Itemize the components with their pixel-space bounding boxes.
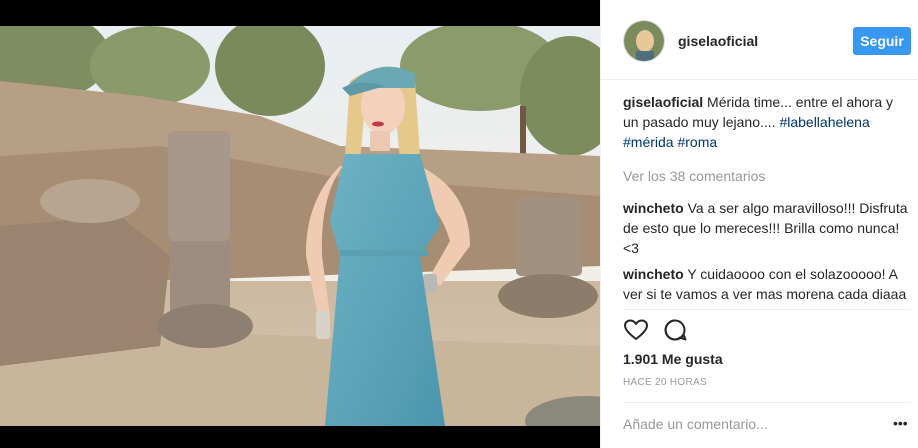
view-all-comments-link[interactable]: Ver los 38 comentarios <box>623 166 911 186</box>
divider <box>623 402 911 403</box>
photo-panel <box>0 0 600 448</box>
comment-input[interactable] <box>623 412 893 436</box>
more-options-icon[interactable]: ••• <box>893 416 908 430</box>
post-photo[interactable] <box>0 26 600 426</box>
caption-username[interactable]: giselaoficial <box>623 94 703 110</box>
hashtag-merida[interactable]: #mérida <box>623 134 674 150</box>
heart-icon[interactable] <box>623 318 649 342</box>
header-username[interactable]: giselaoficial <box>678 33 758 49</box>
comment-item: wincheto Va a ser algo maravilloso!!! Di… <box>623 198 911 258</box>
comment-username[interactable]: wincheto <box>623 266 684 282</box>
post-header: giselaoficial Seguir <box>601 0 918 80</box>
post-sidebar: giselaoficial Seguir giselaoficial Mérid… <box>600 0 918 448</box>
comment-item: wincheto Y cuidaoooo con el solazooooo! … <box>623 264 911 307</box>
speech-bubble-icon[interactable] <box>663 318 689 342</box>
hashtag-roma[interactable]: #roma <box>677 134 717 150</box>
comments-section: giselaoficial Mérida time... entre el ah… <box>623 92 911 307</box>
likes-count[interactable]: 1.901 Me gusta <box>623 351 723 367</box>
comment-username[interactable]: wincheto <box>623 200 684 216</box>
post-timestamp[interactable]: HACE 20 HORAS <box>623 377 707 388</box>
follow-button[interactable]: Seguir <box>853 27 911 55</box>
hashtag-labellahelena[interactable]: #labellahelena <box>779 114 869 130</box>
action-bar <box>623 318 723 342</box>
caption: giselaoficial Mérida time... entre el ah… <box>623 92 911 152</box>
avatar[interactable] <box>623 20 665 62</box>
divider <box>623 309 911 310</box>
